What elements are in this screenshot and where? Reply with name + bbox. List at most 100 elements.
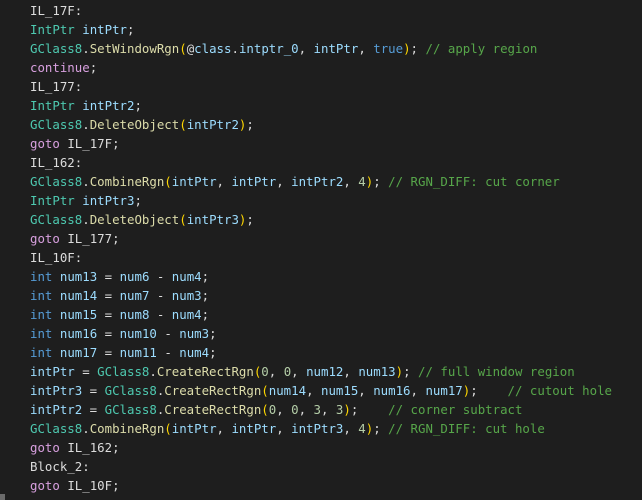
code-line[interactable]: int num15 = num8 - num4; xyxy=(0,305,612,324)
token-identifier: intPtr3 xyxy=(186,212,239,227)
token-identifier: num4 xyxy=(179,345,210,360)
code-line[interactable]: IntPtr intPtr3; xyxy=(0,191,612,210)
token-type-keyword: IntPtr xyxy=(30,193,75,208)
token-identifier: intPtr xyxy=(171,174,217,189)
token-identifier: intPtr xyxy=(231,421,277,436)
token-number-literal: 3 xyxy=(313,402,321,417)
token-identifier: intPtr xyxy=(231,174,277,189)
token-punctuation: - xyxy=(156,326,180,341)
code-line[interactable]: IntPtr intPtr2; xyxy=(0,96,612,115)
token-punctuation: ; xyxy=(403,364,411,379)
code-line[interactable]: int num17 = num11 - num4; xyxy=(0,343,612,362)
token-punctuation: , xyxy=(358,41,374,56)
code-line[interactable]: int num16 = num10 - num3; xyxy=(0,324,612,343)
token-punctuation: . xyxy=(82,212,90,227)
code-line[interactable]: int num13 = num6 - num4; xyxy=(0,267,612,286)
token-parenthesis: ( xyxy=(261,383,269,398)
code-text-area[interactable]: IL_17F: IntPtr intPtr; GClass8.SetWindowRg… xyxy=(0,1,612,495)
code-line[interactable]: GClass8.CombineRgn(intPtr, intPtr, intPt… xyxy=(0,172,612,191)
token-punctuation: ; xyxy=(209,326,217,341)
code-line[interactable]: int num14 = num7 - num3; xyxy=(0,286,612,305)
token-method-name: CombineRgn xyxy=(89,421,165,436)
token-control-keyword: goto xyxy=(30,478,60,493)
token-punctuation: . xyxy=(82,117,90,132)
token-punctuation: ; xyxy=(127,22,135,37)
token-identifier: num3 xyxy=(179,326,210,341)
code-line[interactable]: goto IL_17F; xyxy=(0,134,612,153)
token-class-name: GClass8 xyxy=(104,402,157,417)
token-punctuation: = xyxy=(97,326,120,341)
code-line[interactable]: GClass8.DeleteObject(intPtr2); xyxy=(0,115,612,134)
token-punctuation: , xyxy=(321,402,336,417)
token-punctuation: = xyxy=(97,269,120,284)
token-class-name: GClass8 xyxy=(30,212,83,227)
token-identifier: num16 xyxy=(373,383,411,398)
token-whitespace xyxy=(411,364,418,379)
code-line[interactable]: GClass8.DeleteObject(intPtr3); xyxy=(0,210,612,229)
token-label: IL_162: xyxy=(30,155,83,170)
token-punctuation: , xyxy=(276,402,292,417)
token-parenthesis: ( xyxy=(164,174,172,189)
token-keyword: int xyxy=(30,307,53,322)
token-comment: // cutout hole xyxy=(507,383,612,398)
token-identifier: intPtr2 xyxy=(82,98,135,113)
token-punctuation: , xyxy=(216,421,232,436)
token-punctuation: , xyxy=(291,364,307,379)
code-line[interactable]: continue; xyxy=(0,58,612,77)
token-punctuation: ; xyxy=(112,478,120,493)
token-label: IL_10F xyxy=(67,478,113,493)
code-line[interactable]: IL_177: xyxy=(0,77,612,96)
token-label: IL_17F xyxy=(67,136,113,151)
token-class-name: GClass8 xyxy=(30,117,83,132)
code-line[interactable]: IL_17F: xyxy=(0,1,612,20)
token-punctuation: . xyxy=(82,174,90,189)
token-method-name: CreateRectRgn xyxy=(164,383,262,398)
token-identifier: num12 xyxy=(306,364,344,379)
token-class-name: GClass8 xyxy=(104,383,157,398)
token-identifier: intPtr xyxy=(82,22,127,37)
token-punctuation: , xyxy=(276,421,292,436)
code-line[interactable]: intPtr3 = GClass8.CreateRectRgn(num14, n… xyxy=(0,381,612,400)
token-method-name: SetWindowRgn xyxy=(89,41,180,56)
token-identifier: num17 xyxy=(59,345,98,360)
token-number-literal: 4 xyxy=(358,174,366,189)
token-punctuation: ; xyxy=(246,212,254,227)
code-line[interactable]: IL_162: xyxy=(0,153,612,172)
token-punctuation: , xyxy=(276,174,292,189)
token-punctuation: - xyxy=(149,288,172,303)
code-line[interactable]: GClass8.SetWindowRgn(@class.intptr_0, in… xyxy=(0,39,612,58)
token-identifier: num13 xyxy=(59,269,98,284)
token-parenthesis: ( xyxy=(179,117,187,132)
token-parenthesis: ) xyxy=(395,364,404,379)
token-whitespace xyxy=(358,402,388,417)
token-punctuation: - xyxy=(156,345,180,360)
token-identifier: intPtr xyxy=(30,364,75,379)
token-identifier: num15 xyxy=(320,383,359,398)
token-punctuation: . xyxy=(82,421,90,436)
code-line[interactable]: intPtr = GClass8.CreateRectRgn(0, 0, num… xyxy=(0,362,612,381)
token-punctuation: = xyxy=(97,307,120,322)
code-line[interactable]: intPtr2 = GClass8.CreateRectRgn(0, 0, 3,… xyxy=(0,400,612,419)
token-identifier: num16 xyxy=(59,326,98,341)
token-identifier: class xyxy=(194,41,232,56)
code-line[interactable]: goto IL_162; xyxy=(0,438,612,457)
code-line[interactable]: Block_2: xyxy=(0,457,612,476)
token-identifier: intptr_0 xyxy=(238,41,299,56)
token-identifier: num8 xyxy=(119,307,150,322)
token-punctuation: , xyxy=(298,41,314,56)
code-line[interactable]: goto IL_10F; xyxy=(0,476,612,495)
code-line[interactable]: IL_10F: xyxy=(0,248,612,267)
scroll-marker xyxy=(0,494,5,500)
code-editor[interactable]: IL_17F: IntPtr intPtr; GClass8.SetWindowRg… xyxy=(0,0,642,500)
code-line[interactable]: goto IL_177; xyxy=(0,229,612,248)
code-line[interactable]: IntPtr intPtr; xyxy=(0,20,612,39)
token-punctuation: , xyxy=(216,174,232,189)
token-punctuation: ; xyxy=(246,117,254,132)
token-punctuation: , xyxy=(306,383,321,398)
token-punctuation: , xyxy=(343,174,359,189)
token-identifier: intPtr2 xyxy=(291,174,344,189)
code-line[interactable]: GClass8.CombineRgn(intPtr, intPtr, intPt… xyxy=(0,419,612,438)
token-method-name: CreateRectRgn xyxy=(156,364,254,379)
token-identifier: num7 xyxy=(119,288,150,303)
token-identifier: num13 xyxy=(358,364,396,379)
